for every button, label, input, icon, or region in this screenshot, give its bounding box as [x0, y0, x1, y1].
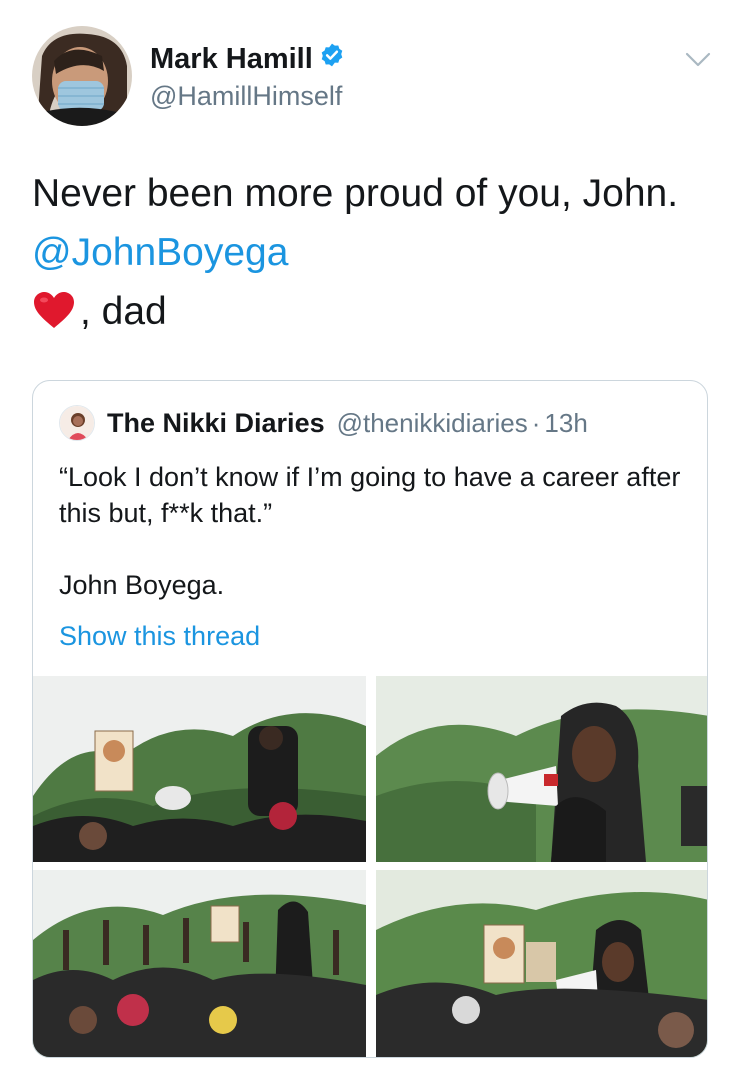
- mention-link[interactable]: @JohnBoyega: [32, 223, 722, 282]
- tweet-text-line: Never been more proud of you, John.: [32, 172, 679, 215]
- quoted-tweet-text: “Look I don’t know if I’m going to have …: [59, 459, 689, 639]
- verified-badge-icon: [319, 42, 345, 76]
- quote-text-line: “Look I don’t know if I’m going to have …: [59, 462, 681, 528]
- meta-separator: ·: [531, 407, 541, 438]
- author-display-name[interactable]: Mark Hamill: [150, 42, 345, 76]
- author-name-block[interactable]: Mark Hamill @HamillHimself: [150, 42, 345, 112]
- quote-attribution: John Boyega.: [59, 570, 225, 600]
- quoted-author-avatar: [59, 405, 95, 441]
- protest-photo-3[interactable]: [33, 870, 366, 1057]
- protest-photo-4[interactable]: [376, 870, 707, 1057]
- quoted-author-handle: @thenikkidiaries: [336, 407, 528, 438]
- show-thread-link[interactable]: Show this thread: [59, 621, 260, 652]
- author-handle[interactable]: @HamillHimself: [150, 80, 345, 112]
- quoted-time: 13h: [544, 407, 588, 438]
- tweet-sign-off-line: , dad: [32, 282, 722, 347]
- protest-photo-1[interactable]: [33, 676, 366, 862]
- red-heart-icon: [32, 288, 76, 347]
- chevron-down-icon[interactable]: [684, 50, 712, 70]
- tweet-text: Never been more proud of you, John. @Joh…: [32, 164, 722, 347]
- quoted-tweet-header: The Nikki Diaries @thenikkidiaries · 13h: [59, 405, 588, 441]
- quoted-tweet-card[interactable]: The Nikki Diaries @thenikkidiaries · 13h…: [32, 380, 708, 1058]
- author-avatar[interactable]: [32, 26, 132, 126]
- sign-off-text: , dad: [80, 290, 167, 333]
- quoted-author-name: The Nikki Diaries: [107, 407, 325, 438]
- protest-photo-2[interactable]: [376, 676, 707, 862]
